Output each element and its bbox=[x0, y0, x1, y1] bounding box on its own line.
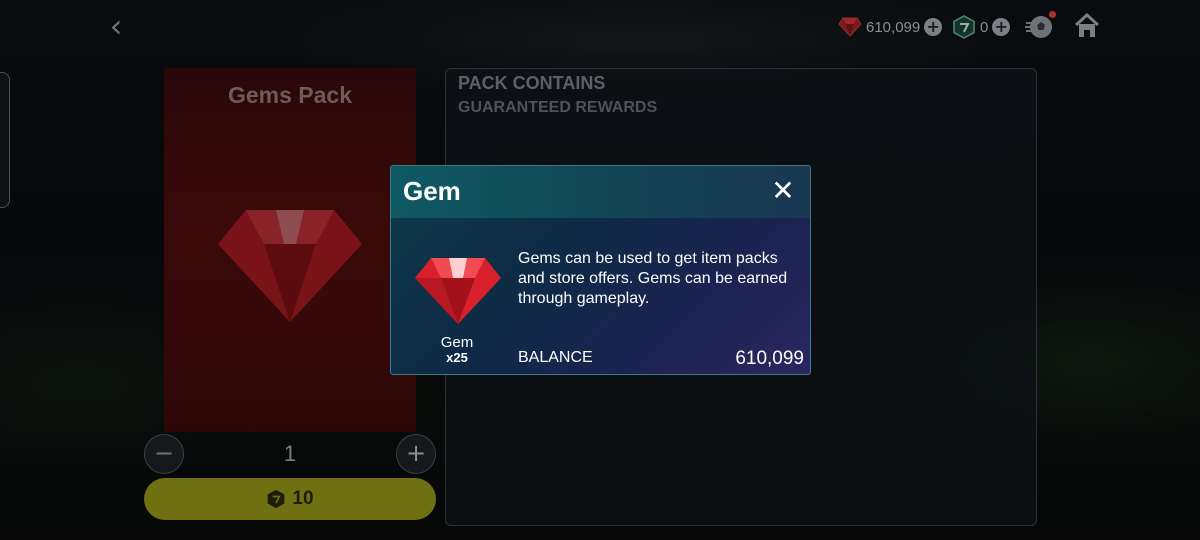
pack-card: Gems Pack bbox=[164, 68, 416, 432]
notification-dot bbox=[1049, 11, 1056, 18]
pack-title: Gems Pack bbox=[227, 82, 353, 108]
dialog-title: Gem bbox=[403, 176, 461, 206]
gem-currency-display: 610,099 + bbox=[838, 14, 943, 40]
quantity-value: 1 bbox=[283, 441, 297, 466]
stadium-background: ‹ 610,099 + 0 + Gems Pack − 1 + 10 PACK … bbox=[0, 0, 1200, 540]
dialog-header: Gem ✕ bbox=[391, 166, 810, 218]
close-button[interactable]: ✕ bbox=[770, 176, 796, 206]
token-currency-display: 0 + bbox=[952, 14, 1011, 40]
pack-contains-heading: PACK CONTAINS bbox=[458, 73, 606, 93]
home-icon[interactable] bbox=[1073, 12, 1101, 40]
gem-balance-text: 610,099 bbox=[866, 18, 921, 36]
back-button[interactable]: ‹ bbox=[100, 10, 132, 42]
item-description: Gems can be used to get item packs and s… bbox=[518, 250, 788, 307]
token-balance-text: 0 bbox=[980, 18, 989, 36]
add-tokens-button[interactable]: + bbox=[992, 18, 1011, 36]
gem-icon bbox=[838, 17, 862, 37]
decrease-quantity-button[interactable]: − bbox=[144, 434, 184, 474]
gem-icon bbox=[415, 258, 501, 324]
balance-label: BALANCE bbox=[518, 349, 593, 366]
side-panel-tab[interactable] bbox=[0, 72, 10, 208]
token-icon bbox=[268, 489, 285, 509]
token-icon bbox=[953, 15, 975, 39]
guaranteed-rewards-heading: GUARANTEED REWARDS bbox=[458, 99, 658, 116]
buy-price-text: 10 bbox=[292, 488, 314, 509]
item-quantity-label: x25 bbox=[446, 350, 468, 365]
balance-value: 610,099 bbox=[735, 348, 804, 369]
buy-pack-button[interactable]: 10 bbox=[144, 478, 436, 520]
increase-quantity-button[interactable]: + bbox=[396, 434, 436, 474]
item-name-label: Gem bbox=[440, 334, 474, 351]
gem-info-dialog: Gem ✕ Gem x25 Gems can be used to get it… bbox=[390, 165, 811, 375]
quantity-stepper: − 1 + bbox=[144, 434, 436, 474]
gem-icon bbox=[218, 210, 362, 322]
add-gems-button[interactable]: + bbox=[924, 18, 943, 36]
